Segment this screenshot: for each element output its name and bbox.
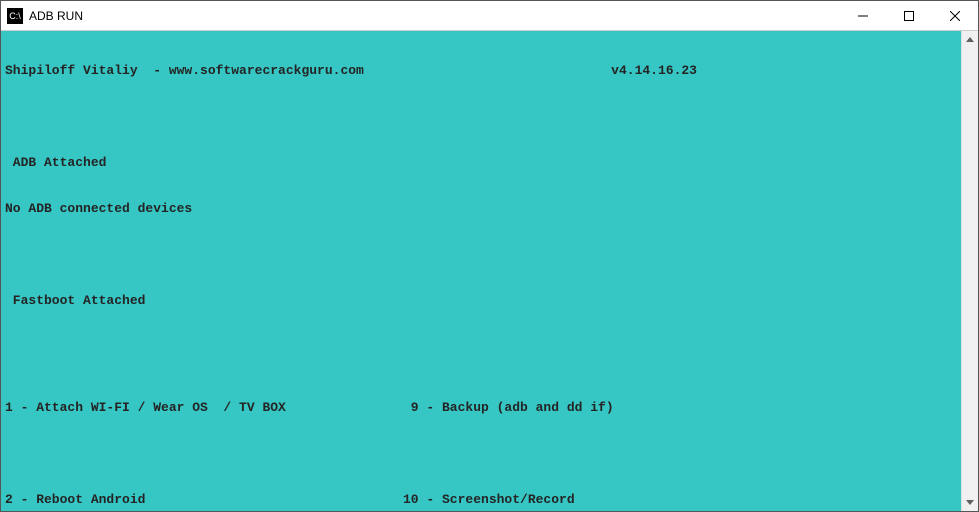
window-title: ADB RUN [29, 9, 83, 23]
menu-row-0: 1 - Attach WI-FI / Wear OS / TV BOX 9 - … [5, 400, 957, 416]
scroll-track[interactable] [962, 48, 978, 494]
scroll-up-button[interactable] [962, 31, 978, 48]
adb-attached-label: ADB Attached [5, 155, 957, 171]
minimize-button[interactable] [840, 1, 886, 30]
menu-row-1: 2 - Reboot Android10 - Screenshot/Record [5, 492, 957, 508]
version-text: v4.14.16.23 [611, 63, 957, 79]
vertical-scrollbar[interactable] [961, 31, 978, 511]
console-area: Shipiloff Vitaliy - www.softwarecrackgur… [1, 31, 978, 511]
blank-line [5, 247, 957, 263]
menu-item-2: 2 - Reboot Android [5, 492, 403, 508]
window-controls [840, 1, 978, 30]
blank-line [5, 109, 957, 125]
close-button[interactable] [932, 1, 978, 30]
scroll-down-button[interactable] [962, 494, 978, 511]
app-icon: C:\ [7, 8, 23, 24]
blank-line [5, 446, 957, 462]
fastboot-attached-label: Fastboot Attached [5, 293, 957, 309]
header-line: Shipiloff Vitaliy - www.softwarecrackgur… [5, 63, 957, 79]
menu-item-10: 10 - Screenshot/Record [403, 492, 575, 508]
blank-line [5, 339, 957, 355]
menu-item-9: 9 - Backup (adb and dd if) [403, 400, 614, 416]
adb-status: No ADB connected devices [5, 201, 957, 217]
app-window: C:\ ADB RUN Shipiloff Vitaliy - www.soft… [0, 0, 979, 512]
titlebar: C:\ ADB RUN [1, 1, 978, 31]
menu-item-1: 1 - Attach WI-FI / Wear OS / TV BOX [5, 400, 403, 416]
maximize-button[interactable] [886, 1, 932, 30]
console-output[interactable]: Shipiloff Vitaliy - www.softwarecrackgur… [1, 31, 961, 511]
author-text: Shipiloff Vitaliy - www.softwarecrackgur… [5, 63, 364, 79]
